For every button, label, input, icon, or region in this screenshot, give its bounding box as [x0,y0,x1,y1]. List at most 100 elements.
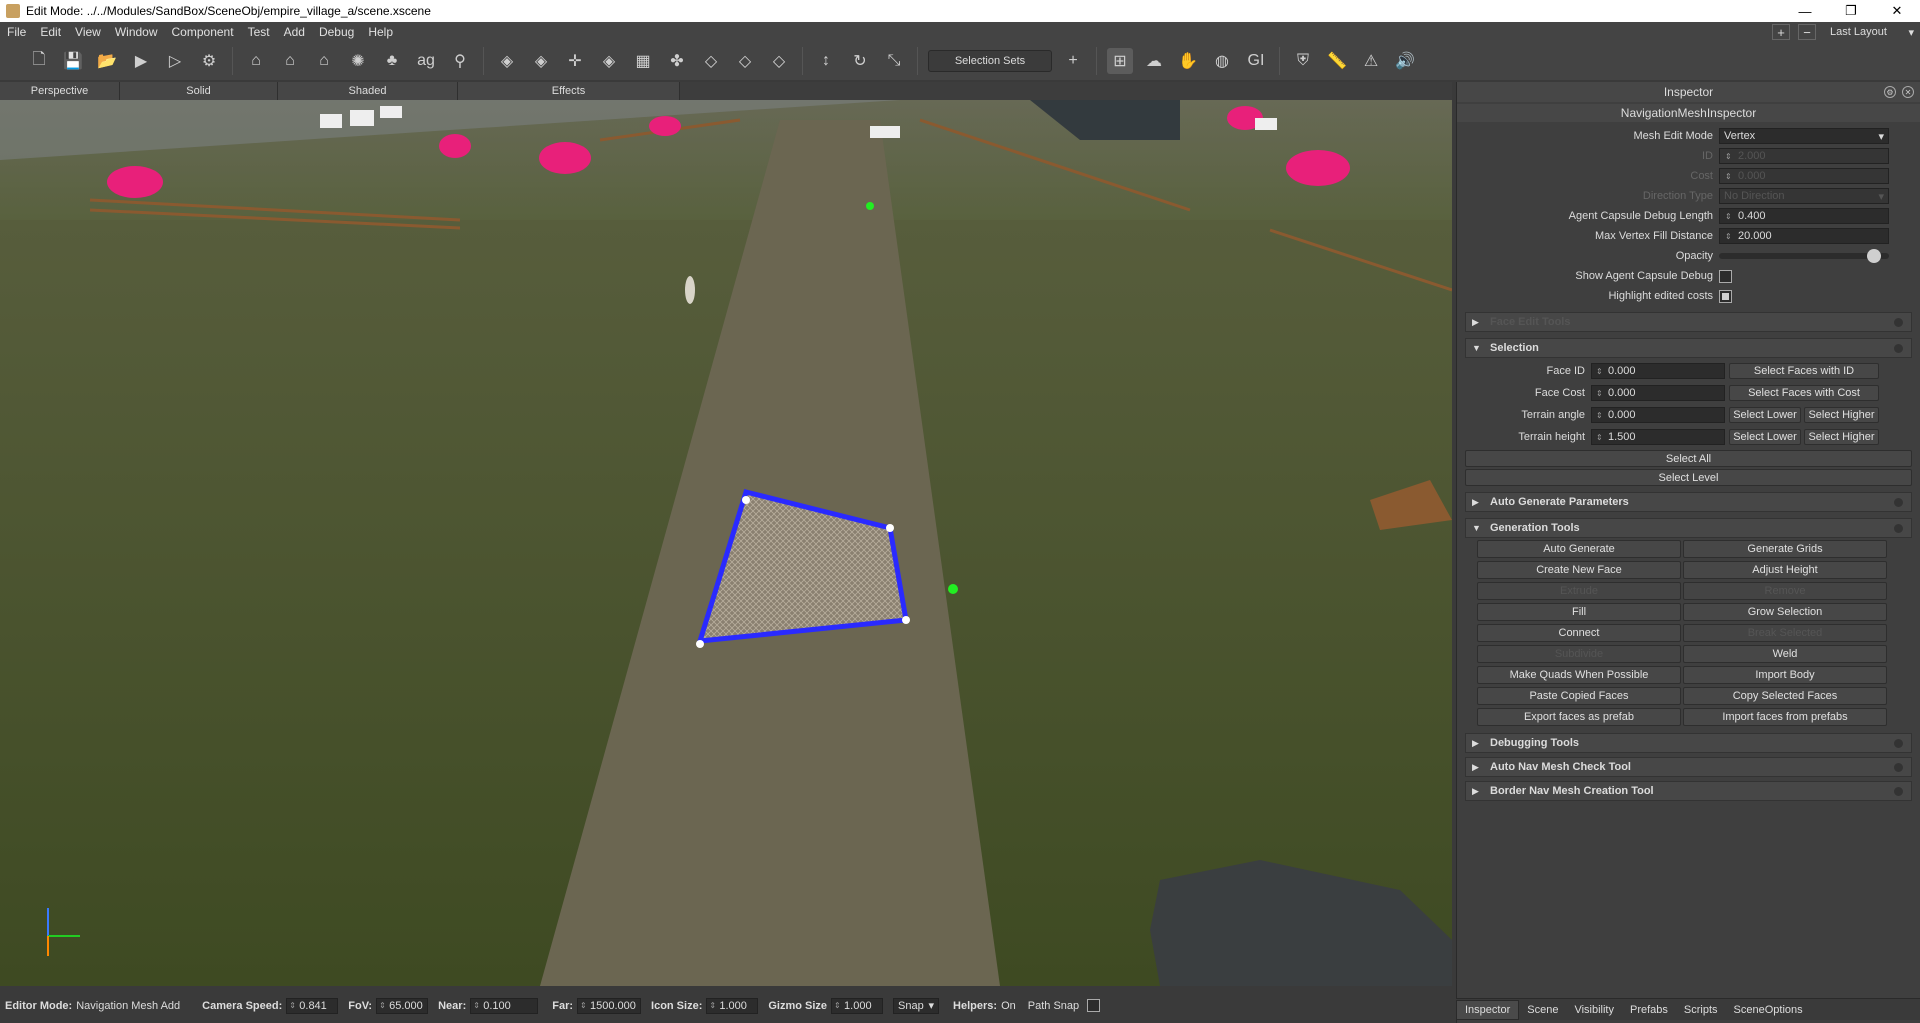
gen-tool-button[interactable]: Import faces from prefabs [1683,708,1887,726]
tab-inspector[interactable]: Inspector [1456,999,1520,1020]
move-gizmo-icon[interactable]: ↕ [813,48,839,74]
tab-scripts[interactable]: Scripts [1676,1000,1726,1020]
gen-tool-button[interactable]: Generate Grids [1683,540,1887,558]
section-selection[interactable]: ▼ Selection [1465,338,1912,358]
cube-add-icon[interactable]: ◈ [528,48,554,74]
section-border-nav[interactable]: ▶ Border Nav Mesh Creation Tool [1465,781,1912,801]
opacity-slider[interactable] [1719,249,1889,263]
path-snap-checkbox[interactable] [1087,999,1101,1012]
text-tool-icon[interactable]: ag [413,48,439,74]
gi-icon[interactable]: GI [1243,48,1269,74]
tab-perspective[interactable]: Perspective [0,82,120,100]
puzzle-icon[interactable]: ✤ [664,48,690,74]
build-icon[interactable]: ⚙ [196,48,222,74]
hand-icon[interactable]: ✋ [1175,48,1201,74]
rotate-gizmo-icon[interactable]: ↻ [847,48,873,74]
save-icon[interactable]: 💾 [60,48,86,74]
menu-edit[interactable]: Edit [33,25,68,39]
gen-tool-button[interactable]: Auto Generate [1477,540,1681,558]
select-higher-angle-button[interactable]: Select Higher [1804,407,1879,423]
cube-icon[interactable]: ◈ [494,48,520,74]
far-field[interactable]: 1500.000 [577,997,642,1014]
gizmo-size-field[interactable]: 1.000 [831,997,884,1014]
menu-component[interactable]: Component [165,25,241,39]
select-lower-height-button[interactable]: Select Lower [1729,429,1801,445]
mesh-edit-mode-dropdown[interactable]: Vertex ▾ [1719,128,1889,144]
gen-tool-button[interactable]: Make Quads When Possible [1477,666,1681,684]
house-terrain-icon[interactable]: ⌂ [311,48,337,74]
show-capsule-checkbox[interactable] [1719,269,1732,283]
tab-prefabs[interactable]: Prefabs [1622,1000,1676,1020]
remove-layout-button[interactable]: − [1798,24,1816,40]
icon-size-field[interactable]: 1.000 [706,997,759,1014]
scale-gizmo-icon[interactable]: ⤡ [881,48,907,74]
gen-tool-button[interactable]: Weld [1683,645,1887,663]
menu-view[interactable]: View [68,25,108,39]
section-debugging-tools[interactable]: ▶ Debugging Tools [1465,733,1912,753]
gen-tool-button[interactable]: Create New Face [1477,561,1681,579]
settings-icon[interactable]: ⚙ [1884,86,1896,98]
tab-effects[interactable]: Effects [458,82,680,100]
near-field[interactable]: 0.100 [470,997,539,1014]
camera-speed-field[interactable]: 0.841 [286,997,339,1014]
minimize-window-button[interactable]: — [1782,0,1828,22]
sphere-icon[interactable]: ◍ [1209,48,1235,74]
menu-help[interactable]: Help [361,25,400,39]
vegetation-icon[interactable]: ♣ [379,48,405,74]
gen-tool-button[interactable]: Paste Copied Faces [1477,687,1681,705]
scene-viewport[interactable] [0,100,1452,986]
tab-scene[interactable]: Scene [1519,1000,1566,1020]
tab-shaded[interactable]: Shaded [278,82,458,100]
menu-window[interactable]: Window [108,25,165,39]
navmesh-tool-icon[interactable]: ⊞ [1107,48,1133,74]
section-generation-tools[interactable]: ▼ Generation Tools [1465,518,1912,538]
close-icon[interactable]: ✕ [1902,86,1914,98]
face-id-field[interactable]: ⇕ 0.000 [1591,363,1725,379]
gen-tool-button[interactable]: Grow Selection [1683,603,1887,621]
select-lower-angle-button[interactable]: Select Lower [1729,407,1801,423]
menu-test[interactable]: Test [241,25,277,39]
open-folder-icon[interactable]: 📂 [94,48,120,74]
add-layout-button[interactable]: + [1772,24,1790,40]
restore-window-button[interactable]: ❐ [1828,0,1874,22]
terrain-angle-field[interactable]: ⇕ 0.000 [1591,407,1725,423]
gen-tool-button[interactable]: Export faces as prefab [1477,708,1681,726]
face-cost-field[interactable]: ⇕ 0.000 [1591,385,1725,401]
house-edit-icon[interactable]: ⌂ [277,48,303,74]
gen-tool-button[interactable]: Copy Selected Faces [1683,687,1887,705]
fov-field[interactable]: 65.000 [376,997,429,1014]
shield-icon[interactable]: ⛨ [1290,48,1316,74]
close-window-button[interactable]: ✕ [1874,0,1920,22]
layout-dropdown[interactable]: Last Layout ▾ [1824,24,1920,40]
snap-dropdown[interactable]: Snap ▾ [893,997,940,1014]
cube-rotate-icon[interactable]: ◈ [596,48,622,74]
play-icon[interactable]: ▶ [128,48,154,74]
terrain-height-field[interactable]: ⇕ 1.500 [1591,429,1725,445]
select-faces-cost-button[interactable]: Select Faces with Cost [1729,385,1879,401]
selection-sets-button[interactable]: Selection Sets [928,50,1052,72]
agent-capsule-field[interactable]: ⇕ 0.400 [1719,208,1889,224]
cube-wire-icon[interactable]: ◇ [698,48,724,74]
tab-sceneoptions[interactable]: SceneOptions [1726,1000,1811,1020]
snap-axes-icon[interactable]: ✛ [562,48,588,74]
max-vertex-field[interactable]: ⇕ 20.000 [1719,228,1889,244]
audio-icon[interactable]: 🔊 [1392,48,1418,74]
select-higher-height-button[interactable]: Select Higher [1804,429,1879,445]
section-auto-nav-check[interactable]: ▶ Auto Nav Mesh Check Tool [1465,757,1912,777]
grid-cube-icon[interactable]: ▦ [630,48,656,74]
menu-add[interactable]: Add [277,25,312,39]
tab-solid[interactable]: Solid [120,82,278,100]
gen-tool-button[interactable]: Adjust Height [1683,561,1887,579]
house-add-icon[interactable]: ⌂ [243,48,269,74]
warning-icon[interactable]: ⚠ [1358,48,1384,74]
menu-file[interactable]: File [0,25,33,39]
weather-icon[interactable]: ☁ [1141,48,1167,74]
highlight-costs-checkbox[interactable] [1719,289,1732,303]
menu-debug[interactable]: Debug [312,25,361,39]
gen-tool-button[interactable]: Fill [1477,603,1681,621]
tab-visibility[interactable]: Visibility [1566,1000,1622,1020]
cube-scale-icon[interactable]: ◇ [766,48,792,74]
cube-align-icon[interactable]: ◇ [732,48,758,74]
ruler-icon[interactable]: 📏 [1324,48,1350,74]
particle-icon[interactable]: ✺ [345,48,371,74]
